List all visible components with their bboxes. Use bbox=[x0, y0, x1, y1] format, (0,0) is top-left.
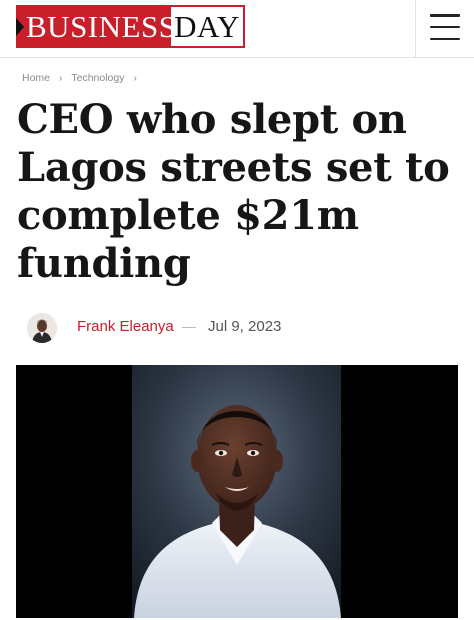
publish-date: Jul 9, 2023 bbox=[208, 318, 282, 335]
byline-separator: — bbox=[182, 318, 196, 334]
hamburger-menu-icon[interactable] bbox=[430, 14, 460, 40]
breadcrumb: Home › Technology › bbox=[22, 71, 137, 85]
breadcrumb-home[interactable]: Home bbox=[22, 72, 50, 84]
header-divider bbox=[415, 0, 416, 57]
businessday-logo[interactable]: BUSINESS DAY bbox=[16, 5, 245, 48]
logo-day-text: DAY bbox=[171, 7, 243, 46]
logo-business-text: BUSINESS bbox=[16, 7, 176, 46]
article-headline: CEO who slept on Lagos streets set to co… bbox=[17, 96, 450, 287]
breadcrumb-technology[interactable]: Technology bbox=[71, 72, 124, 84]
author-avatar[interactable] bbox=[27, 313, 57, 343]
article-hero-image bbox=[16, 365, 458, 618]
chevron-right-icon: › bbox=[59, 72, 63, 84]
author-link[interactable]: Frank Eleanya bbox=[77, 318, 174, 335]
site-header: BUSINESS DAY bbox=[0, 0, 474, 58]
chevron-right-icon: › bbox=[133, 72, 137, 84]
